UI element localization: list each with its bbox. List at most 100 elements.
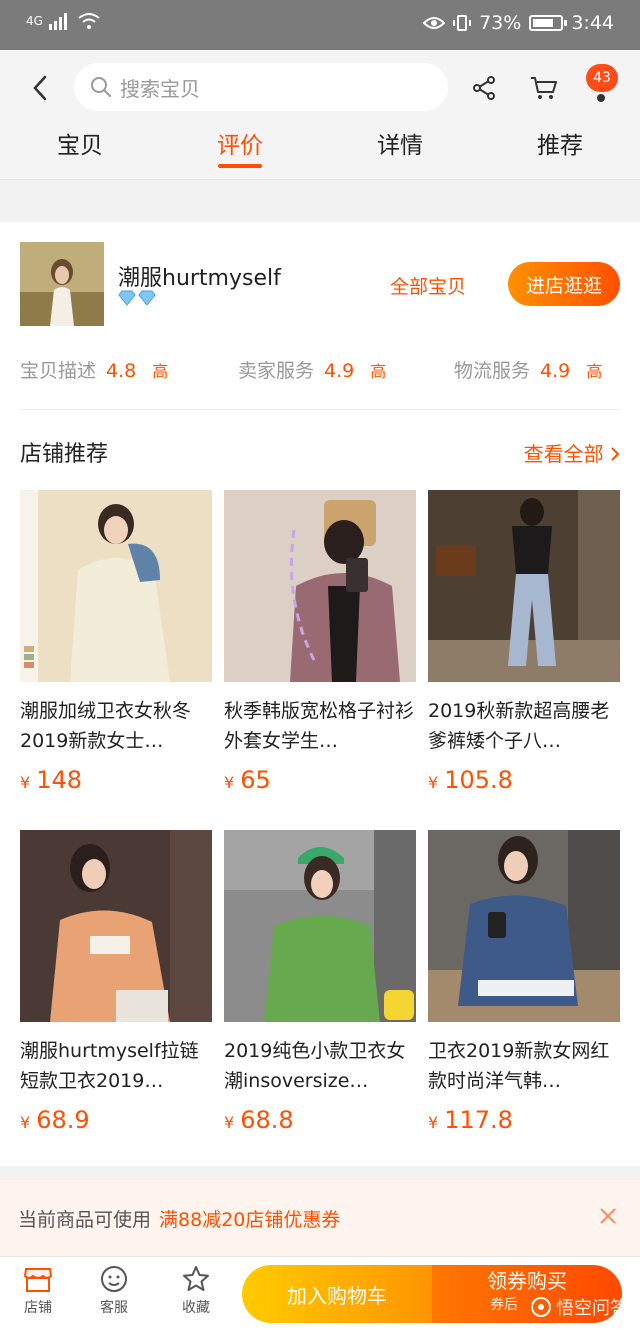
product-image[interactable] <box>20 830 212 1022</box>
divider <box>20 409 620 410</box>
watermark: 悟空问答 <box>530 1294 628 1320</box>
product-photo <box>224 490 416 682</box>
star-icon <box>183 1266 209 1291</box>
customer-service-button[interactable]: 客服 <box>84 1265 144 1317</box>
tab-reviews[interactable]: 评价 <box>180 126 300 160</box>
search-input[interactable]: 搜索宝贝 <box>74 63 448 111</box>
shop-icon <box>23 1268 53 1292</box>
back-button[interactable] <box>22 70 58 106</box>
rating-label: 宝贝描述 <box>20 360 97 382</box>
product-photo <box>20 490 212 682</box>
network-label: 4G <box>26 14 43 28</box>
coupon-label: 当前商品可使用 <box>18 1208 152 1231</box>
shop-avatar[interactable] <box>20 242 104 326</box>
shop-avatar-image <box>20 242 104 326</box>
tab-goods[interactable]: 宝贝 <box>20 126 140 160</box>
tab-recommend[interactable]: 推荐 <box>500 126 620 160</box>
product-image[interactable] <box>20 490 212 682</box>
cart-button[interactable] <box>526 70 562 106</box>
product-image[interactable] <box>224 830 416 1022</box>
favorite-button[interactable]: 收藏 <box>166 1265 226 1317</box>
cart-icon <box>531 77 557 99</box>
share-icon <box>473 76 495 100</box>
product-price: ¥105.8 <box>428 766 620 794</box>
price-value: 68.9 <box>36 1106 90 1134</box>
battery-icon <box>529 15 568 31</box>
rating-score: 4.9 <box>540 360 571 382</box>
favorite-label: 收藏 <box>182 1300 210 1316</box>
enter-shop-button[interactable]: 进店逛逛 <box>508 262 620 306</box>
battery-percent: 73% <box>479 12 522 34</box>
product-photo <box>224 830 416 1022</box>
close-icon[interactable] <box>596 1204 620 1228</box>
price-value: 105.8 <box>444 766 513 794</box>
product-image[interactable] <box>428 490 620 682</box>
rating-logistics: 物流服务 4.9 高 <box>454 356 602 383</box>
shop-tab-button[interactable]: 店铺 <box>8 1265 68 1317</box>
product-price: ¥68.8 <box>224 1106 416 1134</box>
product-price: ¥65 <box>224 766 416 794</box>
watermark-text: 悟空问答 <box>556 1298 628 1319</box>
product-image[interactable] <box>428 830 620 1022</box>
search-placeholder: 搜索宝贝 <box>120 76 200 101</box>
eye-icon <box>423 17 446 29</box>
rating-level: 高 <box>370 362 387 381</box>
diamond-icon <box>138 290 156 306</box>
product-title[interactable]: 潮服加绒卫衣女秋冬2019新款女士… <box>20 696 212 756</box>
currency-symbol: ¥ <box>428 1113 439 1132</box>
status-bar: 4G 73% 3:44 <box>0 0 640 50</box>
currency-symbol: ¥ <box>224 773 235 792</box>
coupon-banner[interactable]: 当前商品可使用 满88减20店铺优惠券 <box>0 1180 640 1256</box>
product-photo <box>428 490 620 682</box>
currency-symbol: ¥ <box>428 773 439 792</box>
product-card[interactable]: 秋季韩版宽松格子衬衫外套女学生… ¥65 <box>224 490 416 794</box>
product-card[interactable]: 潮服加绒卫衣女秋冬2019新款女士… ¥148 <box>20 490 212 794</box>
all-items-link[interactable]: 全部宝贝 <box>390 272 466 299</box>
message-badge[interactable]: 43 <box>586 64 618 92</box>
shop-recommend-title: 店铺推荐 <box>20 442 109 467</box>
product-card[interactable]: 2019秋新款超高腰老爹裤矮个子八… ¥105.8 <box>428 490 620 794</box>
rating-score: 4.8 <box>106 360 137 382</box>
buy-label: 领券购买 <box>487 1269 567 1293</box>
price-value: 65 <box>240 766 271 794</box>
product-title[interactable]: 2019纯色小款卫衣女潮insoversize… <box>224 1036 416 1096</box>
rating-label: 卖家服务 <box>238 360 315 382</box>
shop-name[interactable]: 潮服hurtmyself <box>118 260 281 292</box>
rating-description: 宝贝描述 4.8 高 <box>20 356 168 383</box>
shop-level-badge <box>118 290 156 306</box>
rating-score: 4.9 <box>324 360 355 382</box>
currency-symbol: ¥ <box>224 1113 235 1132</box>
more-dot-icon[interactable] <box>597 94 605 102</box>
product-title[interactable]: 卫衣2019新款女网红款时尚洋气韩… <box>428 1036 620 1096</box>
product-price: ¥148 <box>20 766 212 794</box>
shop-tab-label: 店铺 <box>24 1300 52 1316</box>
price-value: 68.8 <box>240 1106 294 1134</box>
product-title[interactable]: 秋季韩版宽松格子衬衫外套女学生… <box>224 696 416 756</box>
product-title[interactable]: 2019秋新款超高腰老爹裤矮个子八… <box>428 696 620 756</box>
product-image[interactable] <box>224 490 416 682</box>
tab-details[interactable]: 详情 <box>340 126 460 160</box>
tab-bar: 宝贝 评价 详情 推荐 <box>0 126 640 174</box>
currency-symbol: ¥ <box>20 1113 31 1132</box>
customer-service-label: 客服 <box>100 1300 128 1316</box>
product-photo <box>428 830 620 1022</box>
wifi-icon <box>78 13 100 29</box>
product-card[interactable]: 卫衣2019新款女网红款时尚洋气韩… ¥117.8 <box>428 830 620 1134</box>
product-photo <box>20 830 212 1022</box>
product-price: ¥117.8 <box>428 1106 620 1134</box>
product-card[interactable]: 潮服hurtmyself拉链短款卫衣2019… ¥68.9 <box>20 830 212 1134</box>
vibrate-icon <box>453 15 472 31</box>
product-card[interactable]: 2019纯色小款卫衣女潮insoversize… ¥68.8 <box>224 830 416 1134</box>
product-title[interactable]: 潮服hurtmyself拉链短款卫衣2019… <box>20 1036 212 1096</box>
rating-label: 物流服务 <box>454 360 531 382</box>
active-tab-indicator <box>218 164 262 168</box>
chevron-right-icon <box>611 447 620 461</box>
view-all-link[interactable]: 查看全部 <box>524 438 620 467</box>
coupon-highlight[interactable]: 满88减20店铺优惠券 <box>159 1205 340 1232</box>
add-to-cart-button[interactable]: 加入购物车 <box>242 1265 432 1323</box>
diamond-icon <box>118 290 136 306</box>
rating-service: 卖家服务 4.9 高 <box>238 356 386 383</box>
share-button[interactable] <box>466 70 502 106</box>
header: 搜索宝贝 43 宝贝 评价 详情 推荐 <box>0 50 640 180</box>
shop-card: 潮服hurtmyself 全部宝贝 进店逛逛 宝贝描述 4.8 高 卖家服务 4… <box>0 222 640 1166</box>
